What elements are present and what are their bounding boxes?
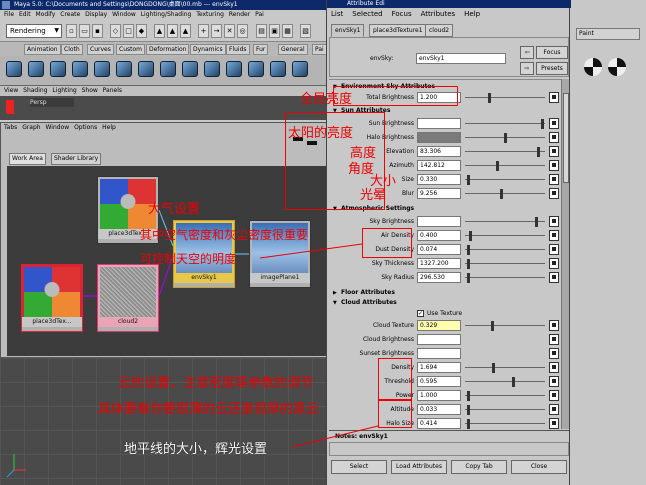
note-cloud-settings: 云的设置，注意密度等参数的调节 bbox=[118, 376, 314, 391]
note-atmosphere-brightness: 可控制天空的明度 bbox=[140, 252, 237, 266]
note-cloud-thickness: 具体要看你要很薄的云还是很厚的黑云 bbox=[98, 402, 320, 417]
note-atmosphere: 大气设置 bbox=[148, 202, 201, 217]
note-total-brightness: 全局亮度 bbox=[300, 92, 353, 107]
note-horizon: 地平线的大小，辉光设置 bbox=[124, 442, 268, 457]
annotation-lines bbox=[259, 243, 379, 448]
note-sun-brightness: 太阳的亮度 bbox=[288, 126, 354, 141]
note-blur: 光晕 bbox=[360, 188, 387, 203]
note-atmosphere-density: 其中空气密度和灰尘密度很重要 bbox=[140, 228, 309, 242]
